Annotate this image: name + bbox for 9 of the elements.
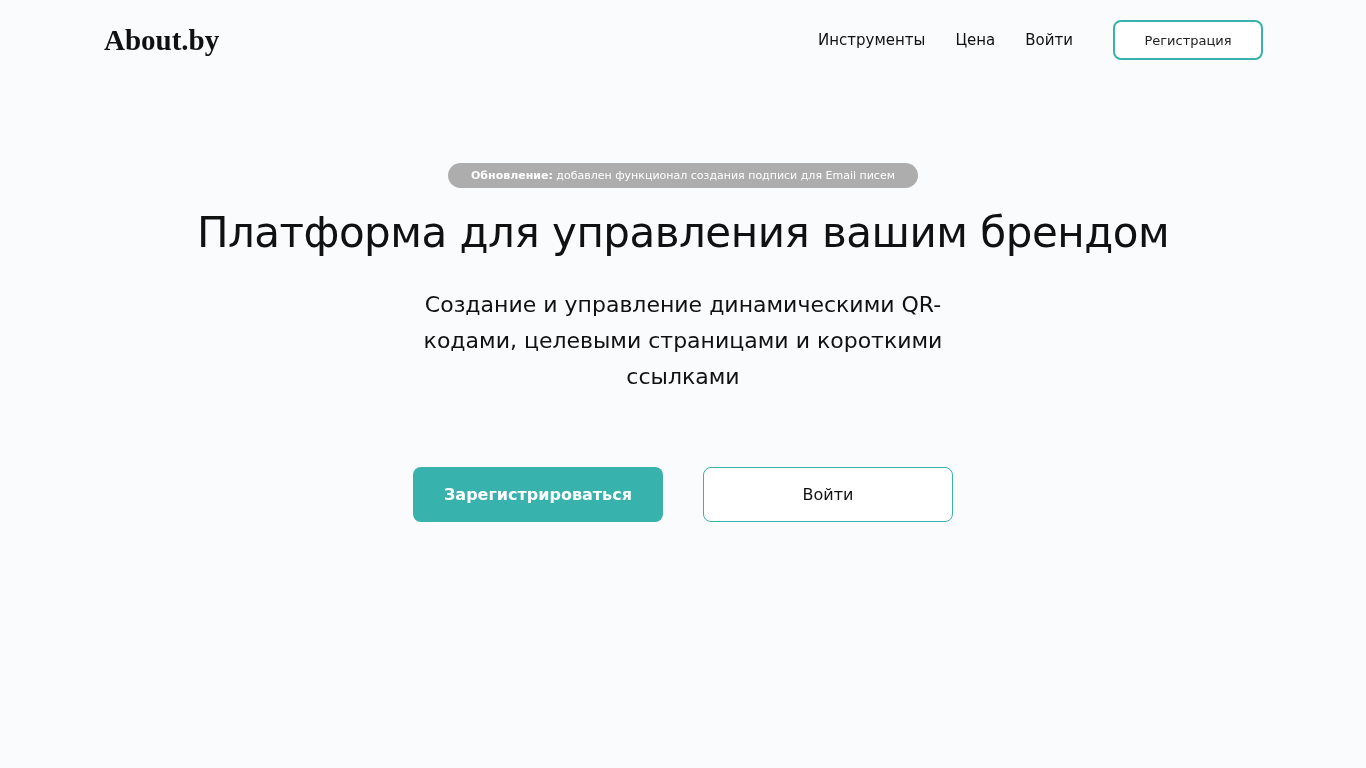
announcement-badge: Обновление: добавлен функционал создания подписи для Email писем (448, 163, 918, 188)
hero-title: Платформа для управления вашим брендом (196, 208, 1170, 257)
nav-link[interactable]: Цена (955, 31, 996, 49)
site-logo[interactable]: About.by (104, 23, 220, 57)
login-button[interactable]: Войти (703, 467, 953, 522)
register-button[interactable]: Регистрация (1113, 20, 1263, 60)
hero-subtitle: Создание и управление динамическими QR-кодами, целевыми страницами и короткими ссылками (423, 291, 943, 391)
nav-link[interactable]: Войти (1025, 31, 1073, 49)
nav-link[interactable]: Инструменты (818, 31, 926, 49)
